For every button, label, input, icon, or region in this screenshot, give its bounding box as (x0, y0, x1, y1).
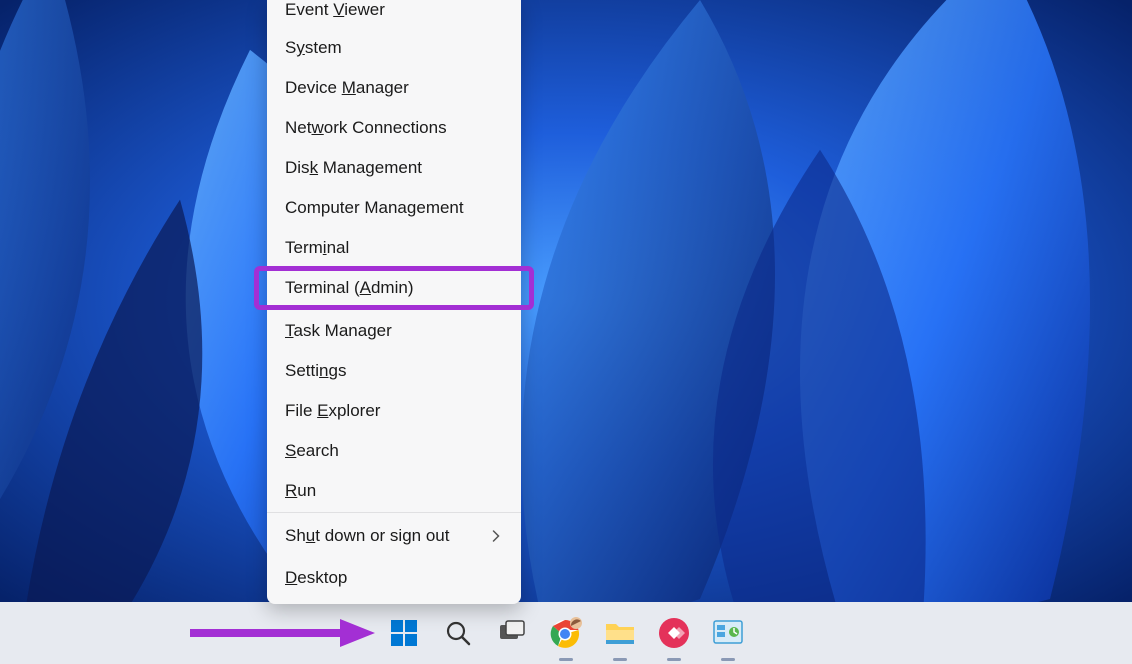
menu-separator (267, 512, 521, 513)
menu-separator (267, 309, 521, 310)
menu-item-network-connections[interactable]: Network Connections (267, 108, 521, 148)
anydesk-icon (658, 617, 690, 649)
running-indicator (667, 658, 681, 661)
search-icon (444, 619, 472, 647)
control-panel-icon (712, 618, 744, 648)
desktop-wallpaper (0, 0, 1132, 603)
start-button[interactable] (384, 613, 424, 653)
chevron-right-icon (492, 530, 501, 542)
menu-item-task-manager[interactable]: Task Manager (267, 311, 521, 351)
running-indicator (721, 658, 735, 661)
file-explorer-icon (604, 618, 636, 648)
chrome-icon (550, 617, 582, 649)
running-indicator (559, 658, 573, 661)
control-panel-app[interactable] (708, 613, 748, 653)
menu-item-event-viewer[interactable]: Event Viewer (267, 0, 521, 28)
menu-item-disk-management[interactable]: Disk Management (267, 148, 521, 188)
chrome-app[interactable] (546, 613, 586, 653)
menu-item-computer-management[interactable]: Computer Management (267, 188, 521, 228)
windows-logo-icon (389, 618, 419, 648)
menu-item-desktop[interactable]: Desktop (267, 558, 521, 598)
task-view-button[interactable] (492, 613, 532, 653)
menu-item-run[interactable]: Run (267, 471, 521, 511)
menu-item-terminal-admin[interactable]: Terminal (Admin) (267, 268, 521, 308)
taskbar (0, 602, 1132, 664)
anydesk-app[interactable] (654, 613, 694, 653)
menu-item-terminal[interactable]: Terminal (267, 228, 521, 268)
menu-item-system[interactable]: System (267, 28, 521, 68)
menu-item-device-manager[interactable]: Device Manager (267, 68, 521, 108)
winx-context-menu: Event Viewer System Device Manager Netwo… (267, 0, 521, 604)
file-explorer-app[interactable] (600, 613, 640, 653)
running-indicator (613, 658, 627, 661)
task-view-icon (497, 618, 527, 648)
search-button[interactable] (438, 613, 478, 653)
menu-item-shutdown-signout[interactable]: Shut down or sign out (267, 514, 521, 558)
menu-item-file-explorer[interactable]: File Explorer (267, 391, 521, 431)
menu-item-search[interactable]: Search (267, 431, 521, 471)
menu-item-settings[interactable]: Settings (267, 351, 521, 391)
